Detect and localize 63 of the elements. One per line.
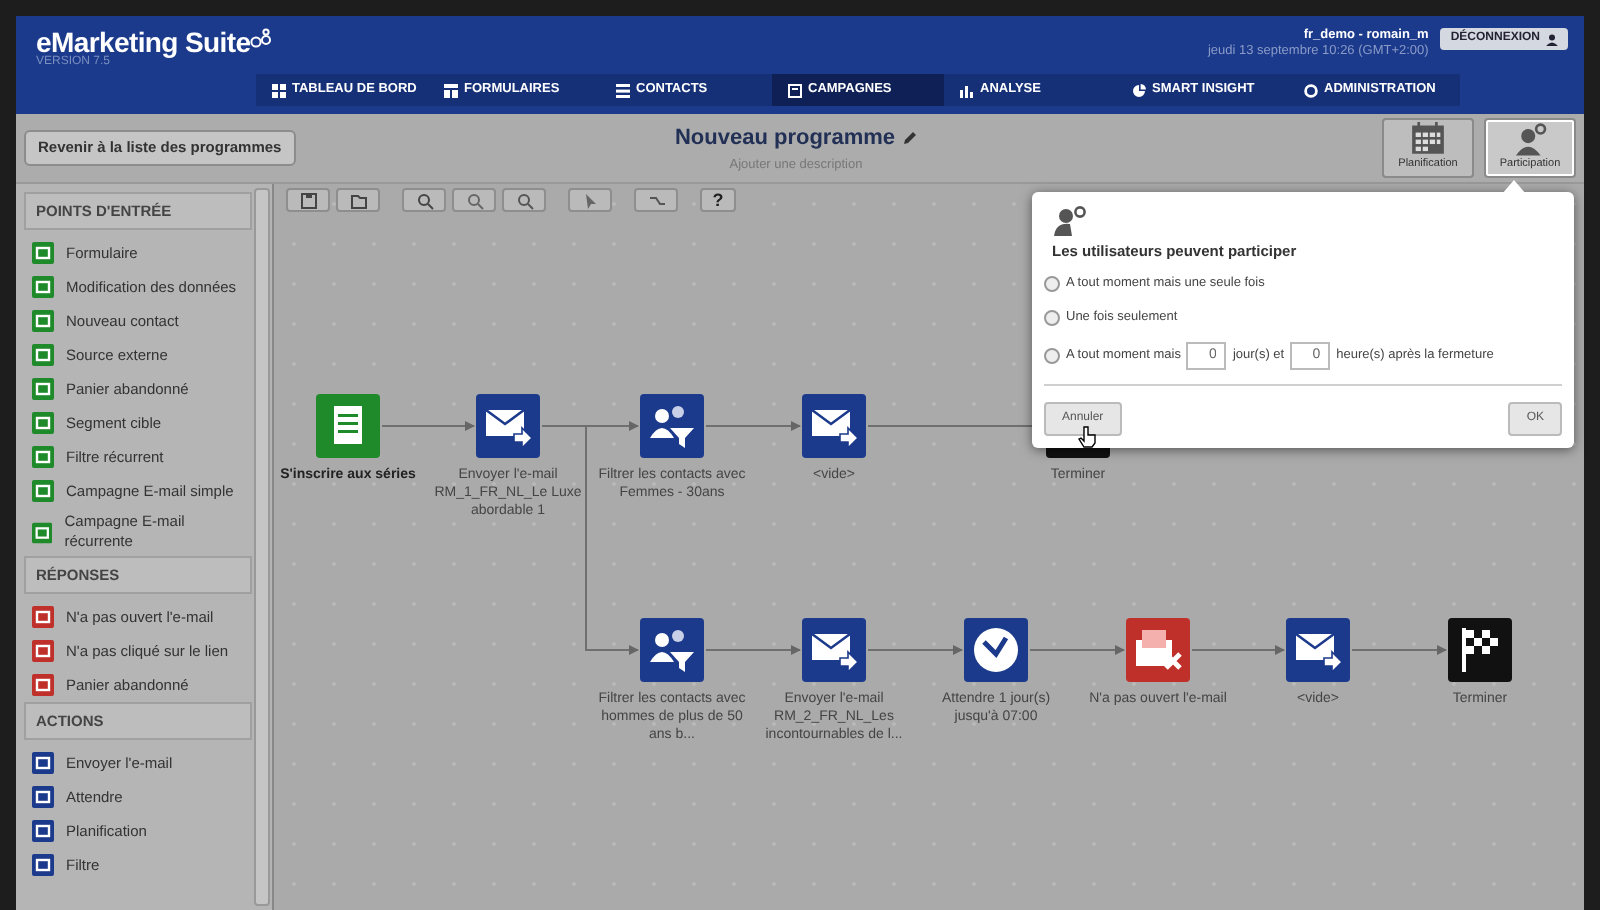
module-icon[interactable] — [32, 412, 54, 435]
connector-arrow — [867, 645, 963, 655]
module-icon[interactable] — [32, 446, 54, 469]
program-title: Nouveau programme — [674, 124, 896, 154]
form-icon — [444, 83, 458, 97]
clock-icon[interactable] — [964, 618, 1028, 682]
zoom-out-icon — [465, 191, 483, 209]
toolbar-button[interactable]: ? — [700, 188, 736, 212]
toolbar-button[interactable] — [452, 188, 496, 212]
module-icon[interactable] — [32, 786, 54, 809]
module-icon[interactable] — [32, 242, 54, 265]
bar-chart-icon — [960, 83, 974, 97]
people-funnel-icon[interactable] — [640, 394, 704, 458]
toolbar-button[interactable] — [634, 188, 678, 212]
module-icon[interactable] — [32, 378, 54, 401]
toolbar-button[interactable] — [502, 188, 546, 212]
module-icon[interactable] — [32, 344, 54, 367]
logo-text: eMarketing Suite — [36, 28, 251, 56]
connector-arrow — [381, 421, 475, 431]
connector-arrow — [1191, 645, 1285, 655]
module-icon[interactable] — [32, 674, 54, 696]
save-icon — [299, 191, 317, 209]
module-icon[interactable] — [32, 752, 54, 775]
scrollbar[interactable] — [254, 188, 270, 906]
radio-button[interactable] — [1044, 347, 1060, 364]
module-icon[interactable] — [32, 310, 54, 333]
module-icon[interactable] — [32, 480, 54, 503]
module-icon[interactable] — [32, 854, 54, 877]
folder-icon — [349, 191, 367, 209]
pencil-icon[interactable] — [901, 130, 918, 147]
document-icon[interactable] — [316, 394, 380, 458]
module-icon[interactable] — [32, 820, 54, 843]
checkered-flag-icon[interactable] — [1448, 618, 1512, 682]
pie-chart-icon — [1132, 83, 1146, 97]
list-icon — [616, 83, 630, 97]
connector-icon — [647, 191, 665, 209]
person-icon — [1546, 33, 1558, 46]
bubbles-icon — [250, 28, 275, 50]
person-gear-icon — [1510, 122, 1550, 156]
module-icon[interactable] — [32, 276, 54, 299]
module-icon[interactable] — [32, 521, 53, 543]
module-icon[interactable] — [32, 640, 54, 662]
toolbar-button[interactable] — [336, 188, 380, 212]
connector-arrow — [1351, 645, 1447, 655]
envelope-cross-icon[interactable] — [1126, 618, 1190, 682]
pointer-icon — [581, 191, 599, 209]
connector-arrow — [1029, 645, 1125, 655]
module-icon[interactable] — [32, 606, 54, 628]
connector-arrow — [705, 421, 801, 431]
people-funnel-icon[interactable] — [640, 618, 704, 682]
toolbar-button[interactable] — [402, 188, 446, 212]
toolbar-button[interactable] — [286, 188, 330, 212]
magnifier-icon — [515, 191, 533, 209]
toolbar-button[interactable] — [568, 188, 612, 212]
calendar-icon — [1408, 122, 1448, 156]
person-gear-icon — [1052, 204, 1088, 236]
radio-button[interactable] — [1044, 309, 1060, 326]
zoom-in-icon — [415, 191, 433, 209]
connector-arrow — [705, 645, 801, 655]
radio-button[interactable] — [1044, 276, 1060, 293]
campaign-icon — [788, 83, 802, 97]
grid-icon — [272, 83, 286, 97]
circle-icon — [1304, 83, 1318, 97]
